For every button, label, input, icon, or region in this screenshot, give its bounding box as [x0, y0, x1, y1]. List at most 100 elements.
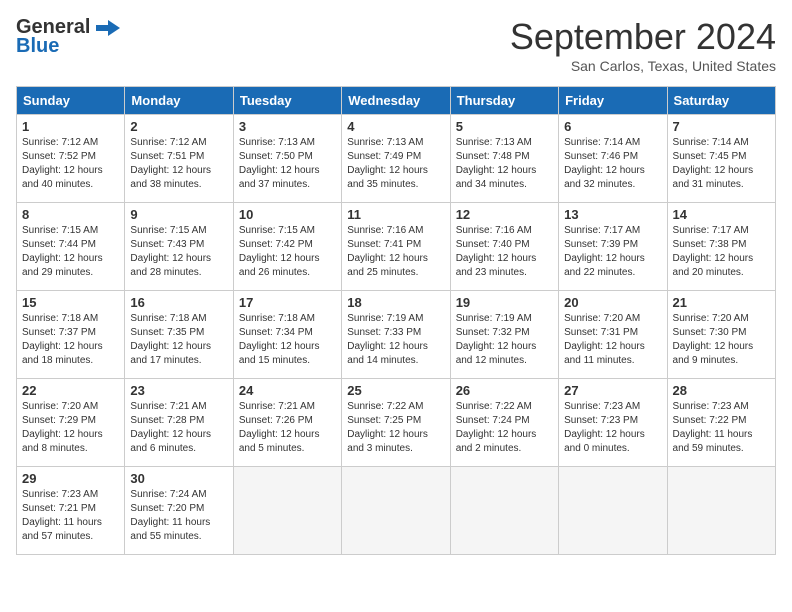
- day-number: 23: [130, 383, 227, 398]
- logo-arrow-icon: [94, 19, 122, 37]
- day-info: Sunrise: 7:13 AMSunset: 7:50 PMDaylight:…: [239, 136, 336, 192]
- day-header-friday: Friday: [559, 87, 667, 115]
- day-number: 19: [456, 295, 553, 310]
- calendar-cell: 22 Sunrise: 7:20 AMSunset: 7:29 PMDayligh…: [17, 379, 125, 467]
- day-info: Sunrise: 7:23 AMSunset: 7:22 PMDaylight:…: [673, 400, 770, 456]
- day-number: 16: [130, 295, 227, 310]
- calendar-cell: 17 Sunrise: 7:18 AMSunset: 7:34 PMDayligh…: [233, 291, 341, 379]
- day-number: 12: [456, 207, 553, 222]
- day-info: Sunrise: 7:19 AMSunset: 7:33 PMDaylight:…: [347, 312, 444, 368]
- calendar-cell: 15 Sunrise: 7:18 AMSunset: 7:37 PMDayligh…: [17, 291, 125, 379]
- calendar-week-5: 29 Sunrise: 7:23 AMSunset: 7:21 PMDayligh…: [17, 467, 776, 555]
- day-info: Sunrise: 7:23 AMSunset: 7:21 PMDaylight:…: [22, 488, 119, 544]
- calendar-cell: 24 Sunrise: 7:21 AMSunset: 7:26 PMDayligh…: [233, 379, 341, 467]
- calendar-cell: 30Sunrise: 7:24 AMSunset: 7:20 PMDayligh…: [125, 467, 233, 555]
- day-info: Sunrise: 7:21 AMSunset: 7:28 PMDaylight:…: [130, 400, 227, 456]
- day-info: Sunrise: 7:22 AMSunset: 7:25 PMDaylight:…: [347, 400, 444, 456]
- day-number: 14: [673, 207, 770, 222]
- calendar-table: SundayMondayTuesdayWednesdayThursdayFrid…: [16, 86, 776, 555]
- day-number: 7: [673, 119, 770, 134]
- day-info: Sunrise: 7:14 AMSunset: 7:45 PMDaylight:…: [673, 136, 770, 192]
- day-info: Sunrise: 7:20 AMSunset: 7:29 PMDaylight:…: [22, 400, 119, 456]
- day-number: 27: [564, 383, 661, 398]
- calendar-week-4: 22 Sunrise: 7:20 AMSunset: 7:29 PMDayligh…: [17, 379, 776, 467]
- calendar-cell: 13Sunrise: 7:17 AMSunset: 7:39 PMDayligh…: [559, 203, 667, 291]
- day-header-saturday: Saturday: [667, 87, 775, 115]
- day-info: Sunrise: 7:18 AMSunset: 7:37 PMDaylight:…: [22, 312, 119, 368]
- calendar-week-1: 1Sunrise: 7:12 AMSunset: 7:52 PMDaylight…: [17, 115, 776, 203]
- calendar-cell: 27 Sunrise: 7:23 AMSunset: 7:23 PMDayligh…: [559, 379, 667, 467]
- day-info: Sunrise: 7:18 AMSunset: 7:34 PMDaylight:…: [239, 312, 336, 368]
- day-number: 15: [22, 295, 119, 310]
- calendar-week-2: 8 Sunrise: 7:15 AMSunset: 7:44 PMDaylight…: [17, 203, 776, 291]
- calendar-cell: 23 Sunrise: 7:21 AMSunset: 7:28 PMDayligh…: [125, 379, 233, 467]
- month-title: September 2024: [510, 16, 776, 58]
- day-number: 26: [456, 383, 553, 398]
- calendar-cell: 7 Sunrise: 7:14 AMSunset: 7:45 PMDaylight…: [667, 115, 775, 203]
- day-number: 17: [239, 295, 336, 310]
- day-info: Sunrise: 7:12 AMSunset: 7:52 PMDaylight:…: [22, 136, 119, 192]
- day-number: 3: [239, 119, 336, 134]
- day-info: Sunrise: 7:15 AMSunset: 7:44 PMDaylight:…: [22, 224, 119, 280]
- day-info: Sunrise: 7:23 AMSunset: 7:23 PMDaylight:…: [564, 400, 661, 456]
- day-info: Sunrise: 7:12 AMSunset: 7:51 PMDaylight:…: [130, 136, 227, 192]
- calendar-cell: [667, 467, 775, 555]
- day-info: Sunrise: 7:16 AMSunset: 7:40 PMDaylight:…: [456, 224, 553, 280]
- calendar-cell: 6Sunrise: 7:14 AMSunset: 7:46 PMDaylight…: [559, 115, 667, 203]
- day-info: Sunrise: 7:15 AMSunset: 7:43 PMDaylight:…: [130, 224, 227, 280]
- calendar-cell: [559, 467, 667, 555]
- calendar-cell: 26 Sunrise: 7:22 AMSunset: 7:24 PMDayligh…: [450, 379, 558, 467]
- calendar-cell: 2Sunrise: 7:12 AMSunset: 7:51 PMDaylight…: [125, 115, 233, 203]
- calendar-cell: 28 Sunrise: 7:23 AMSunset: 7:22 PMDayligh…: [667, 379, 775, 467]
- calendar-cell: 25Sunrise: 7:22 AMSunset: 7:25 PMDayligh…: [342, 379, 450, 467]
- day-info: Sunrise: 7:15 AMSunset: 7:42 PMDaylight:…: [239, 224, 336, 280]
- calendar-cell: 1Sunrise: 7:12 AMSunset: 7:52 PMDaylight…: [17, 115, 125, 203]
- calendar-cell: 10Sunrise: 7:15 AMSunset: 7:42 PMDayligh…: [233, 203, 341, 291]
- day-number: 24: [239, 383, 336, 398]
- day-number: 5: [456, 119, 553, 134]
- day-info: Sunrise: 7:20 AMSunset: 7:31 PMDaylight:…: [564, 312, 661, 368]
- day-number: 8: [22, 207, 119, 222]
- location-text: San Carlos, Texas, United States: [510, 58, 776, 74]
- day-info: Sunrise: 7:13 AMSunset: 7:49 PMDaylight:…: [347, 136, 444, 192]
- day-number: 6: [564, 119, 661, 134]
- day-info: Sunrise: 7:16 AMSunset: 7:41 PMDaylight:…: [347, 224, 444, 280]
- day-info: Sunrise: 7:21 AMSunset: 7:26 PMDaylight:…: [239, 400, 336, 456]
- calendar-cell: 16 Sunrise: 7:18 AMSunset: 7:35 PMDayligh…: [125, 291, 233, 379]
- day-header-monday: Monday: [125, 87, 233, 115]
- day-number: 4: [347, 119, 444, 134]
- calendar-cell: 20 Sunrise: 7:20 AMSunset: 7:31 PMDayligh…: [559, 291, 667, 379]
- calendar-cell: [233, 467, 341, 555]
- calendar-week-3: 15 Sunrise: 7:18 AMSunset: 7:37 PMDayligh…: [17, 291, 776, 379]
- logo: General Blue: [16, 16, 122, 58]
- day-header-wednesday: Wednesday: [342, 87, 450, 115]
- day-number: 18: [347, 295, 444, 310]
- day-number: 29: [22, 471, 119, 486]
- day-number: 28: [673, 383, 770, 398]
- calendar-cell: 18 Sunrise: 7:19 AMSunset: 7:33 PMDayligh…: [342, 291, 450, 379]
- day-number: 9: [130, 207, 227, 222]
- day-info: Sunrise: 7:18 AMSunset: 7:35 PMDaylight:…: [130, 312, 227, 368]
- day-info: Sunrise: 7:20 AMSunset: 7:30 PMDaylight:…: [673, 312, 770, 368]
- calendar-cell: [342, 467, 450, 555]
- calendar-cell: 19Sunrise: 7:19 AMSunset: 7:32 PMDayligh…: [450, 291, 558, 379]
- calendar-cell: [450, 467, 558, 555]
- calendar-cell: 14 Sunrise: 7:17 AMSunset: 7:38 PMDayligh…: [667, 203, 775, 291]
- calendar-cell: 29 Sunrise: 7:23 AMSunset: 7:21 PMDayligh…: [17, 467, 125, 555]
- page-header: General Blue September 2024 San Carlos, …: [16, 16, 776, 74]
- day-number: 13: [564, 207, 661, 222]
- calendar-cell: 5Sunrise: 7:13 AMSunset: 7:48 PMDaylight…: [450, 115, 558, 203]
- calendar-cell: 9 Sunrise: 7:15 AMSunset: 7:43 PMDaylight…: [125, 203, 233, 291]
- calendar-cell: 21 Sunrise: 7:20 AMSunset: 7:30 PMDayligh…: [667, 291, 775, 379]
- day-header-tuesday: Tuesday: [233, 87, 341, 115]
- calendar-cell: 8 Sunrise: 7:15 AMSunset: 7:44 PMDaylight…: [17, 203, 125, 291]
- calendar-cell: 11 Sunrise: 7:16 AMSunset: 7:41 PMDayligh…: [342, 203, 450, 291]
- calendar-cell: 3 Sunrise: 7:13 AMSunset: 7:50 PMDaylight…: [233, 115, 341, 203]
- day-number: 21: [673, 295, 770, 310]
- day-info: Sunrise: 7:22 AMSunset: 7:24 PMDaylight:…: [456, 400, 553, 456]
- day-number: 22: [22, 383, 119, 398]
- day-info: Sunrise: 7:17 AMSunset: 7:38 PMDaylight:…: [673, 224, 770, 280]
- day-number: 20: [564, 295, 661, 310]
- day-info: Sunrise: 7:24 AMSunset: 7:20 PMDaylight:…: [130, 488, 227, 544]
- day-number: 11: [347, 207, 444, 222]
